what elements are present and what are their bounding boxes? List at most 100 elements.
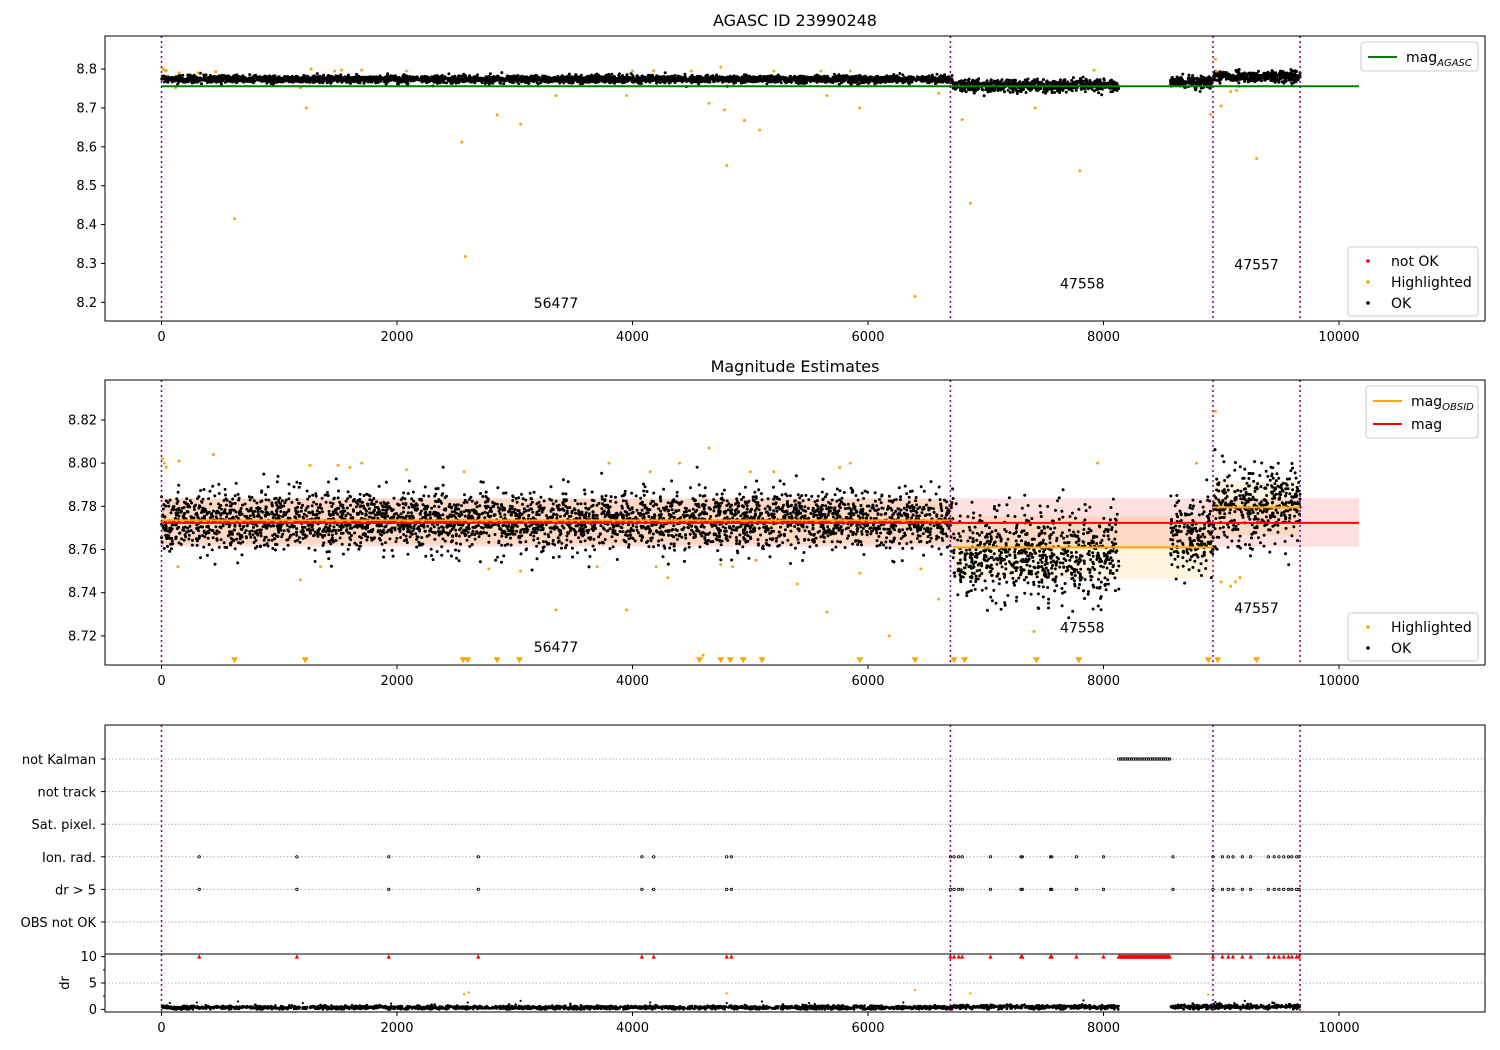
ok-point	[822, 79, 825, 83]
ok-point	[1274, 71, 1278, 75]
ok-point	[559, 79, 563, 82]
chart-title: AGASC ID 23990248	[713, 11, 877, 30]
highlighted-point	[742, 118, 746, 122]
ok-point	[170, 80, 174, 84]
ok-point	[1268, 73, 1272, 77]
ok-point	[1028, 82, 1032, 86]
ok-point	[732, 81, 736, 85]
ok-point	[1278, 75, 1282, 79]
ok-point	[951, 81, 955, 85]
ok-point	[858, 73, 861, 77]
highlighted-point	[719, 65, 723, 69]
ok-point	[1026, 87, 1030, 91]
ok-point	[903, 80, 907, 83]
ok-point	[549, 79, 553, 83]
ok-point	[697, 82, 701, 86]
ok-point	[968, 88, 972, 92]
ok-point	[480, 79, 484, 83]
ok-point	[1024, 91, 1028, 94]
ok-point	[1190, 75, 1194, 79]
ok-point	[1178, 81, 1182, 85]
ok-point	[1228, 73, 1232, 77]
highlighted-point	[177, 71, 181, 75]
highlighted-point	[309, 67, 313, 71]
ok-point	[966, 78, 970, 82]
ok-point	[1253, 80, 1257, 84]
ok-point	[1219, 76, 1223, 80]
ok-point	[281, 79, 285, 83]
ok-point	[1052, 80, 1056, 83]
ok-point	[617, 76, 621, 80]
ok-point	[1048, 81, 1052, 85]
ok-point	[800, 79, 804, 83]
ok-point	[1011, 88, 1015, 92]
highlighted-point	[304, 106, 308, 110]
ok-point	[493, 78, 497, 82]
ok-point	[445, 81, 448, 85]
ok-point	[1084, 77, 1088, 81]
ok-point	[520, 74, 524, 78]
ok-point	[276, 78, 280, 82]
ok-point	[1083, 90, 1087, 94]
ok-point	[1035, 77, 1039, 81]
ok-point	[516, 74, 520, 78]
ok-point	[1175, 82, 1179, 86]
ok-point	[663, 71, 667, 75]
ok-point	[564, 79, 568, 83]
ok-point	[1188, 79, 1192, 83]
ok-point	[1277, 80, 1281, 84]
ok-point	[919, 77, 923, 81]
ok-point	[870, 75, 874, 79]
ok-point	[560, 74, 564, 78]
highlighted-point	[858, 106, 862, 110]
highlighted-point	[1215, 69, 1218, 73]
ok-point	[246, 78, 250, 82]
ok-point	[1240, 74, 1244, 77]
ok-point	[817, 79, 821, 83]
highlighted-point	[360, 68, 364, 72]
ok-point	[646, 76, 649, 79]
ok-point	[202, 73, 206, 77]
ok-point	[1256, 78, 1260, 82]
ok-point	[1097, 91, 1101, 95]
ok-point	[985, 79, 989, 83]
ok-point	[360, 75, 364, 79]
ok-point	[989, 78, 993, 82]
ok-point	[774, 80, 778, 83]
ok-point	[226, 79, 230, 83]
ok-point	[452, 80, 456, 83]
ok-point	[1224, 71, 1228, 74]
ok-point	[291, 76, 295, 80]
ok-point	[650, 73, 654, 77]
ok-point	[317, 76, 321, 80]
ok-point	[318, 80, 321, 84]
ok-point	[908, 77, 912, 81]
ok-point	[857, 82, 861, 86]
ok-point	[404, 77, 408, 81]
ok-point	[771, 76, 775, 80]
ok-point	[1071, 76, 1075, 80]
ok-point	[480, 76, 484, 80]
ok-point	[497, 77, 501, 81]
ok-point	[1246, 72, 1249, 76]
ok-point	[783, 76, 787, 80]
ok-point	[702, 78, 706, 82]
ok-point	[654, 76, 658, 80]
ok-point	[602, 75, 606, 79]
ok-point	[451, 75, 455, 79]
ok-point	[1257, 69, 1260, 73]
ok-point	[595, 78, 599, 82]
ok-point	[565, 75, 569, 79]
ok-point	[879, 77, 883, 81]
ok-point	[517, 82, 521, 86]
ok-point	[957, 80, 961, 83]
ok-point	[690, 73, 694, 77]
ok-point	[684, 78, 688, 82]
highlighted-point	[819, 69, 823, 73]
ok-point	[546, 75, 550, 79]
ok-point	[230, 77, 234, 81]
ok-point	[1237, 81, 1241, 85]
ok-point	[540, 78, 544, 82]
ok-point	[347, 78, 351, 82]
obsid-label: 47558	[1060, 277, 1105, 293]
